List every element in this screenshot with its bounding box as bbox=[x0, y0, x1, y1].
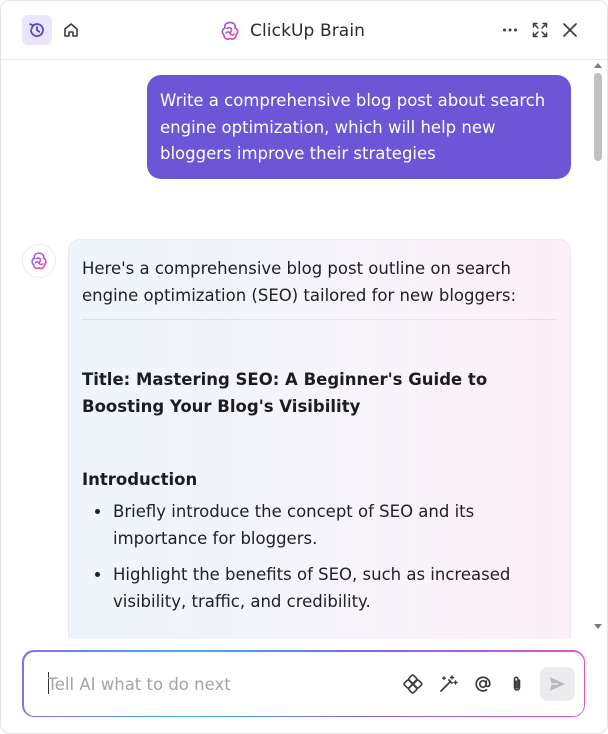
attachment-icon bbox=[513, 676, 520, 691]
ai-response-card: Here's a comprehensive blog post outline… bbox=[68, 239, 571, 639]
bullet-item: Briefly introduce the concept of SEO and… bbox=[112, 499, 557, 552]
magic-wand-icon bbox=[439, 674, 458, 692]
composer-inner bbox=[23, 651, 584, 716]
send-button[interactable] bbox=[539, 666, 575, 701]
mention-button[interactable] bbox=[471, 672, 495, 696]
brain-logo-icon bbox=[221, 21, 239, 40]
attachment-button[interactable] bbox=[505, 672, 529, 696]
panel-title: ClickUp Brain bbox=[250, 21, 366, 41]
ai-post-title: Title: Mastering SEO: A Beginner's Guide… bbox=[82, 370, 488, 416]
section-heading: Introduction bbox=[82, 470, 198, 489]
skills-icon bbox=[402, 673, 423, 694]
vertical-scrollbar[interactable] bbox=[593, 61, 603, 631]
history-icon bbox=[29, 23, 44, 37]
divider bbox=[82, 319, 557, 320]
ai-intro-text: Here's a comprehensive blog post outline… bbox=[82, 259, 517, 305]
skills-button[interactable] bbox=[401, 672, 425, 696]
history-button[interactable] bbox=[22, 15, 52, 45]
more-icon bbox=[503, 28, 517, 32]
header-title-group: ClickUp Brain bbox=[219, 19, 365, 43]
panel-header: ClickUp Brain bbox=[1, 1, 607, 60]
scroll-thumb[interactable] bbox=[594, 73, 602, 161]
home-button[interactable] bbox=[56, 15, 86, 45]
composer bbox=[22, 650, 585, 717]
home-icon bbox=[64, 23, 78, 37]
ai-avatar bbox=[22, 244, 56, 278]
scroll-up-arrow-icon[interactable] bbox=[594, 63, 602, 68]
expand-icon bbox=[532, 22, 548, 38]
clickup-brain-panel: ClickUp Brain Write a comprehensive blog… bbox=[0, 0, 608, 734]
expand-button[interactable] bbox=[525, 15, 555, 45]
brain-logo-icon bbox=[31, 252, 47, 270]
more-options-button[interactable] bbox=[495, 15, 525, 45]
bullet-item: Highlight the benefits of SEO, such as i… bbox=[112, 562, 557, 615]
close-button[interactable] bbox=[555, 15, 585, 45]
section-bullet-list: Briefly introduce the concept of SEO and… bbox=[82, 499, 557, 615]
close-icon bbox=[563, 23, 577, 37]
prompt-input[interactable] bbox=[45, 669, 400, 700]
magic-wand-button[interactable] bbox=[436, 672, 460, 696]
scroll-down-arrow-icon[interactable] bbox=[594, 624, 602, 629]
mention-icon bbox=[474, 675, 491, 692]
send-icon bbox=[549, 676, 565, 691]
user-message-bubble: Write a comprehensive blog post about se… bbox=[147, 75, 571, 179]
